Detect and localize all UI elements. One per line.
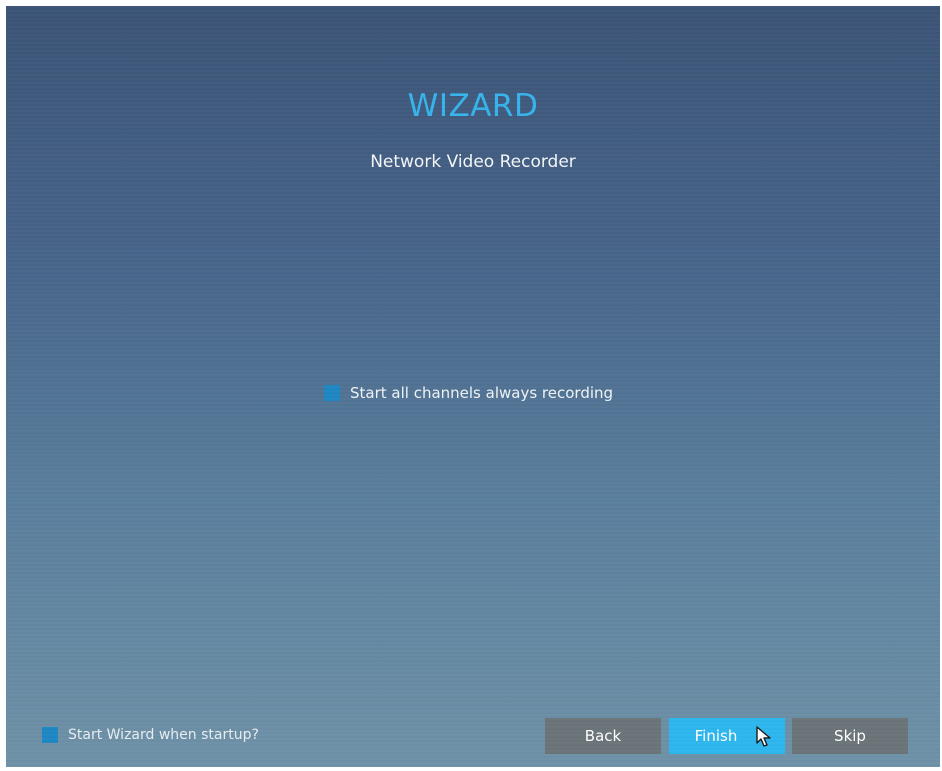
- always-recording-label: Start all channels always recording: [350, 384, 614, 402]
- startup-wizard-label: Start Wizard when startup?: [68, 727, 259, 743]
- wizard-subtitle: Network Video Recorder: [370, 152, 576, 172]
- back-button[interactable]: Back: [545, 718, 661, 754]
- skip-button[interactable]: Skip: [792, 718, 908, 754]
- always-recording-option[interactable]: Start all channels always recording: [324, 384, 613, 402]
- wizard-screen: WIZARD Network Video Recorder Start all …: [6, 6, 940, 767]
- startup-wizard-checkbox[interactable]: [42, 727, 58, 743]
- finish-label: Finish: [694, 727, 738, 745]
- wizard-title: WIZARD: [407, 88, 539, 124]
- mouse-pointer-icon: [756, 726, 771, 747]
- startup-wizard-option[interactable]: Start Wizard when startup?: [42, 727, 259, 743]
- always-recording-checkbox[interactable]: [324, 385, 340, 401]
